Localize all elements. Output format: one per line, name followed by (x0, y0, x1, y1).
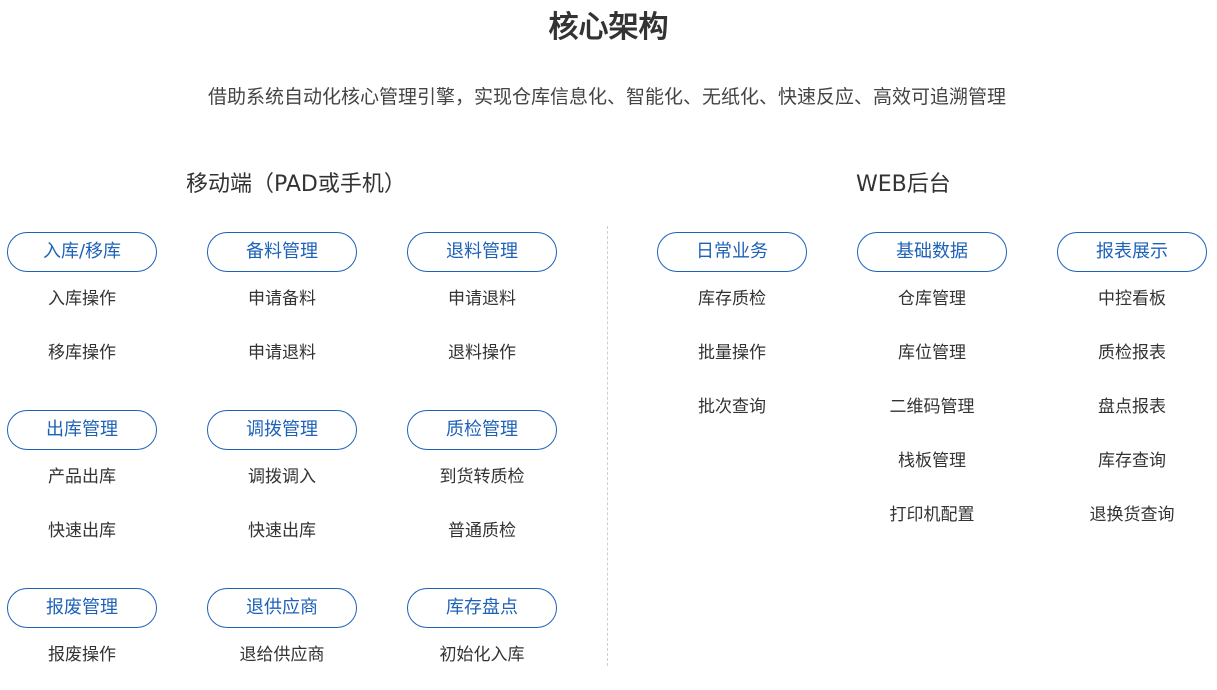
list-item: 普通质检 (448, 521, 516, 541)
list-item: 中控看板 (1098, 289, 1166, 309)
mobile-module-inbound: 入库/移库 入库操作 移库操作 (7, 232, 157, 380)
web-module-daily: 日常业务 库存质检 批量操作 批次查询 (657, 232, 807, 434)
list-item: 退给供应商 (239, 645, 325, 665)
mobile-module-transfer-pill[interactable]: 调拨管理 (207, 410, 357, 450)
list-item: 栈板管理 (898, 451, 966, 471)
mobile-module-prep-pill[interactable]: 备料管理 (207, 232, 357, 272)
list-item: 初始化入库 (439, 645, 525, 665)
section-divider (607, 226, 608, 666)
list-item: 二维码管理 (889, 397, 975, 417)
list-item: 调拨调入 (248, 467, 316, 487)
list-item: 批量操作 (698, 343, 766, 363)
mobile-module-inbound-pill[interactable]: 入库/移库 (7, 232, 157, 272)
mobile-module-return-supplier-items: 退给供应商 (207, 628, 357, 682)
mobile-module-return-supplier: 退供应商 退给供应商 (207, 588, 357, 682)
mobile-module-outbound-items: 产品出库 快速出库 (7, 450, 157, 558)
list-item: 打印机配置 (889, 505, 975, 525)
mobile-section-title: 移动端（PAD或手机） (186, 172, 406, 197)
page-subtitle: 借助系统自动化核心管理引擎，实现仓库信息化、智能化、无纸化、快速反应、高效可追溯… (207, 86, 1006, 108)
mobile-module-return-pill[interactable]: 退料管理 (407, 232, 557, 272)
web-module-reports-items: 中控看板 质检报表 盘点报表 库存查询 退换货查询 (1057, 272, 1207, 542)
list-item: 申请退料 (248, 343, 316, 363)
web-module-daily-items: 库存质检 批量操作 批次查询 (657, 272, 807, 434)
list-item: 申请退料 (448, 289, 516, 309)
list-item: 到货转质检 (439, 467, 525, 487)
list-item: 仓库管理 (898, 289, 966, 309)
mobile-module-outbound: 出库管理 产品出库 快速出库 (7, 410, 157, 558)
mobile-module-qc: 质检管理 到货转质检 普通质检 (407, 410, 557, 558)
mobile-module-transfer: 调拨管理 调拨调入 快速出库 (207, 410, 357, 558)
list-item: 质检报表 (1098, 343, 1166, 363)
mobile-module-stocktake: 库存盘点 初始化入库 (407, 588, 557, 682)
mobile-module-return-items: 申请退料 退料操作 (407, 272, 557, 380)
web-module-daily-pill[interactable]: 日常业务 (657, 232, 807, 272)
mobile-module-return-supplier-pill[interactable]: 退供应商 (207, 588, 357, 628)
mobile-module-outbound-pill[interactable]: 出库管理 (7, 410, 157, 450)
list-item: 批次查询 (698, 397, 766, 417)
web-module-basic-data-pill[interactable]: 基础数据 (857, 232, 1007, 272)
mobile-module-scrap: 报废管理 报废操作 (7, 588, 157, 682)
web-module-basic-data-items: 仓库管理 库位管理 二维码管理 栈板管理 打印机配置 (857, 272, 1007, 542)
mobile-module-scrap-items: 报废操作 (7, 628, 157, 682)
list-item: 报废操作 (48, 645, 116, 665)
mobile-module-prep: 备料管理 申请备料 申请退料 (207, 232, 357, 380)
mobile-module-stocktake-pill[interactable]: 库存盘点 (407, 588, 557, 628)
list-item: 库存查询 (1098, 451, 1166, 471)
list-item: 快速出库 (248, 521, 316, 541)
web-section-title: WEB后台 (856, 172, 951, 197)
page-title: 核心架构 (548, 10, 669, 45)
list-item: 退换货查询 (1089, 505, 1175, 525)
list-item: 库存质检 (698, 289, 766, 309)
mobile-module-inbound-items: 入库操作 移库操作 (7, 272, 157, 380)
web-module-reports-pill[interactable]: 报表展示 (1057, 232, 1207, 272)
web-module-reports: 报表展示 中控看板 质检报表 盘点报表 库存查询 退换货查询 (1057, 232, 1207, 542)
list-item: 产品出库 (48, 467, 116, 487)
mobile-module-qc-items: 到货转质检 普通质检 (407, 450, 557, 558)
list-item: 快速出库 (48, 521, 116, 541)
list-item: 移库操作 (48, 343, 116, 363)
mobile-module-transfer-items: 调拨调入 快速出库 (207, 450, 357, 558)
mobile-module-prep-items: 申请备料 申请退料 (207, 272, 357, 380)
list-item: 退料操作 (448, 343, 516, 363)
list-item: 入库操作 (48, 289, 116, 309)
list-item: 申请备料 (248, 289, 316, 309)
mobile-module-scrap-pill[interactable]: 报废管理 (7, 588, 157, 628)
list-item: 库位管理 (898, 343, 966, 363)
list-item: 盘点报表 (1098, 397, 1166, 417)
mobile-module-return: 退料管理 申请退料 退料操作 (407, 232, 557, 380)
web-module-basic-data: 基础数据 仓库管理 库位管理 二维码管理 栈板管理 打印机配置 (857, 232, 1007, 542)
mobile-module-stocktake-items: 初始化入库 (407, 628, 557, 682)
mobile-module-qc-pill[interactable]: 质检管理 (407, 410, 557, 450)
